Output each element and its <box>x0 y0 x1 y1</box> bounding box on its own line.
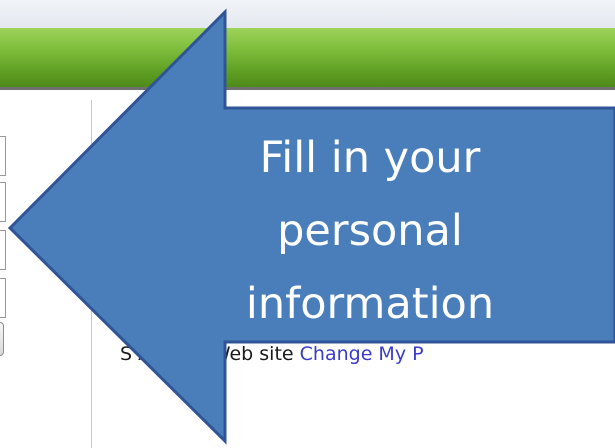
callout-line-1: Fill in your <box>259 133 481 183</box>
callout-line-2: personal <box>277 206 463 256</box>
callout-text: Fill in your personal information <box>195 122 545 341</box>
callout-line-3: information <box>245 279 495 329</box>
